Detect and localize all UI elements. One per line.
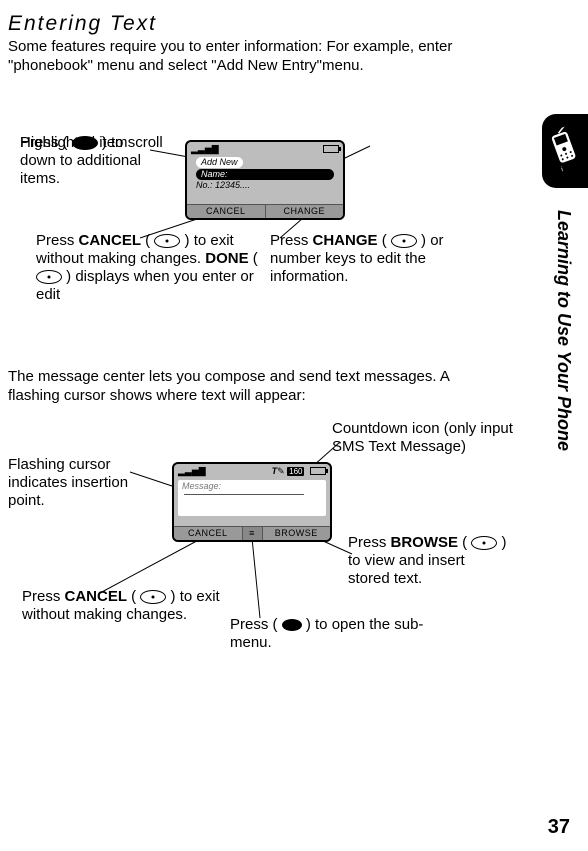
status-bar: ▂▃▅▇ [187, 142, 343, 156]
message-label: Message: [178, 480, 326, 492]
message-text-area[interactable]: Message: [178, 480, 326, 516]
intro-paragraph: Some features require you to enter infor… [8, 38, 468, 76]
callout-submenu: Press ( ) to open the sub-menu. [230, 616, 430, 652]
phone-icon: i [543, 124, 587, 177]
callout-cancel-done: Press CANCEL ( ) to exit without making … [36, 232, 266, 304]
softkey-browse[interactable]: BROWSE [262, 526, 331, 540]
page-heading: Entering Text [8, 12, 576, 36]
phone-screen-addnew: ▂▃▅▇ Add New Name: No.: 12345.... CANCEL… [185, 140, 345, 220]
diagram-message: ▂▃▅▇ T✎ 160 Message: CANCEL ≡ BROWSE Cou… [0, 418, 540, 728]
number-row: No.: 12345.... [193, 180, 337, 191]
left-softkey-icon [140, 590, 166, 604]
menu-key-icon [282, 619, 302, 631]
battery-icon [323, 145, 339, 153]
battery-icon [310, 467, 326, 475]
right-softkey-icon [391, 234, 417, 248]
text-mode-icon: T [272, 466, 278, 476]
left-softkey-icon [36, 270, 62, 284]
sidebar-section-title: Learning to Use Your Phone [553, 210, 574, 451]
left-softkey-icon [154, 234, 180, 248]
callout-highlighted: Highlighted item [20, 134, 128, 152]
callout-change: Press CHANGE ( ) or number keys to edit … [270, 232, 458, 286]
char-counter: 160 [287, 467, 304, 476]
softkey-cancel[interactable]: CANCEL [187, 204, 265, 218]
message-center-paragraph: The message center lets you compose and … [8, 368, 478, 406]
page-number: 37 [548, 816, 570, 839]
callout-countdown: Countdown icon (only input SMS Text Mess… [332, 420, 522, 456]
name-row-highlighted: Name: [196, 169, 334, 180]
callout-cancel2: Press CANCEL ( ) to exit without making … [22, 588, 222, 624]
center-softkey[interactable]: ≡ [242, 526, 262, 540]
thumb-tab: i [542, 114, 588, 188]
callout-cursor: Flashing cursor indicates insertion poin… [8, 456, 136, 510]
right-softkey-icon [471, 536, 497, 550]
signal-icon: ▂▃▅▇ [178, 467, 206, 476]
addnew-row: Add New [196, 157, 243, 168]
softkey-cancel[interactable]: CANCEL [174, 526, 242, 540]
callout-browse: Press BROWSE ( ) to view and insert stor… [348, 534, 508, 588]
phone-screen-message: ▂▃▅▇ T✎ 160 Message: CANCEL ≡ BROWSE [172, 462, 332, 542]
cursor-line [184, 494, 304, 495]
status-bar: ▂▃▅▇ T✎ 160 [174, 464, 330, 478]
signal-icon: ▂▃▅▇ [191, 145, 219, 154]
diagram-add-new: ▂▃▅▇ Add New Name: No.: 12345.... CANCEL… [20, 128, 540, 368]
softkey-change[interactable]: CHANGE [265, 204, 344, 218]
